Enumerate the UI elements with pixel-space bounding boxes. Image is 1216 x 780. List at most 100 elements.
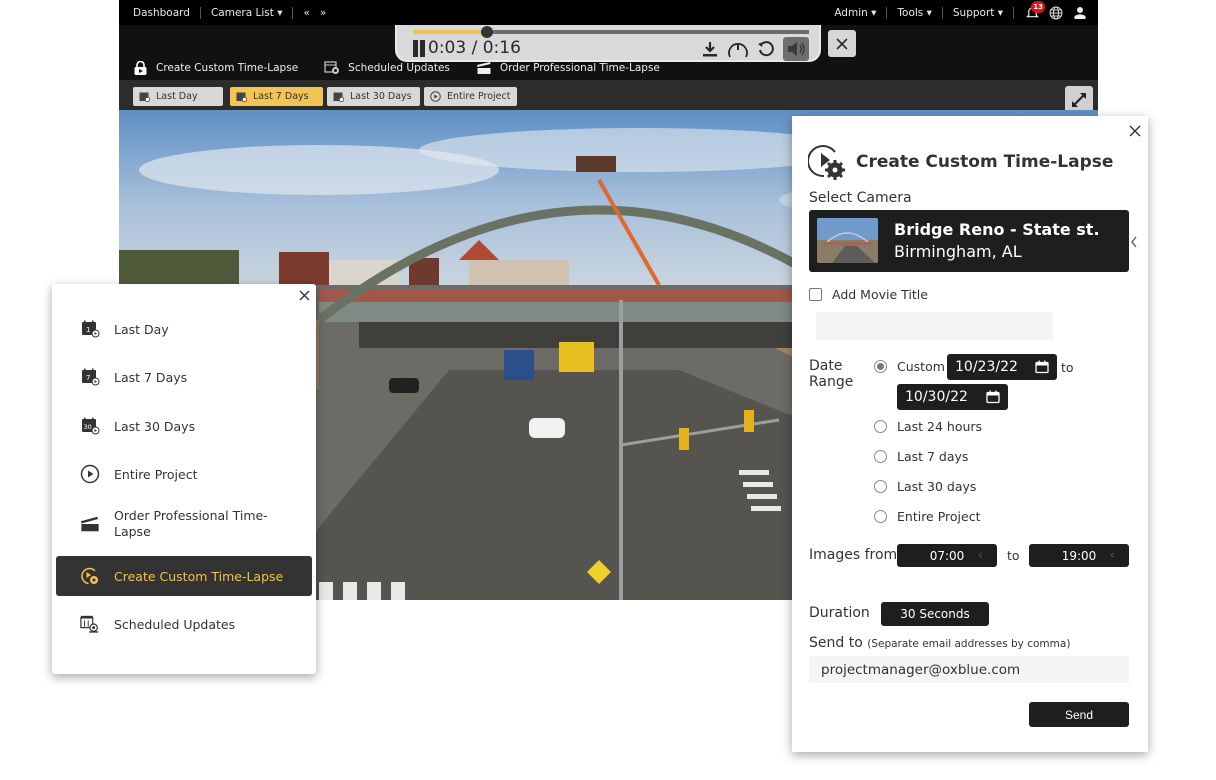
radio-entire-project[interactable]: [874, 510, 887, 523]
range-button-last-30-days[interactable]: Last 30 Days: [327, 87, 420, 106]
close-player-button[interactable]: [828, 30, 856, 57]
playback-scrubber-handle[interactable]: [481, 26, 494, 38]
duration-select[interactable]: 30 Seconds: [881, 602, 989, 626]
nav-tools[interactable]: Tools ▾: [887, 7, 941, 19]
range-button-entire-project[interactable]: Entire Project: [424, 87, 517, 106]
radio-entire-project-label: Entire Project: [897, 509, 981, 524]
calendar-icon: [986, 390, 1000, 404]
nav-divider: [1013, 6, 1014, 19]
date-range-label-line1: Date: [809, 358, 843, 374]
range-bar: Last Day Last 7 Days Last 30 Days Entire…: [119, 80, 1098, 110]
email-input[interactable]: [809, 656, 1129, 683]
close-icon: [299, 290, 309, 300]
menu-item-create-custom-timelapse[interactable]: Create Custom Time-Lapse: [56, 556, 312, 596]
movie-title-input[interactable]: [816, 312, 1053, 340]
nav-admin[interactable]: Admin ▾: [824, 7, 886, 19]
modal-close-button[interactable]: [1126, 122, 1144, 140]
calendar-7-icon: 7: [80, 367, 100, 387]
menu-close-button[interactable]: [296, 287, 312, 303]
close-icon: [836, 37, 848, 50]
nav-support[interactable]: Support ▾: [943, 7, 1013, 19]
range-button-last-7-days[interactable]: Last 7 Days: [230, 87, 323, 106]
speed-button[interactable]: [727, 38, 749, 60]
camera-location: Birmingham, AL: [894, 242, 1022, 261]
date-to-field[interactable]: 10/30/22: [897, 384, 1008, 410]
calendar-icon: [1035, 360, 1049, 374]
download-icon: [703, 42, 717, 57]
svg-text:7: 7: [86, 374, 90, 382]
user-menu-button[interactable]: [1068, 0, 1092, 25]
nav-camera-list[interactable]: Camera List ▾: [201, 7, 293, 19]
radio-custom[interactable]: [874, 360, 887, 373]
notifications-button[interactable]: 13: [1020, 0, 1045, 25]
calendar-7-icon: [236, 92, 247, 102]
menu-item-label: Scheduled Updates: [114, 616, 236, 632]
user-icon: [1074, 7, 1086, 19]
replay-icon: [758, 41, 774, 57]
chevron-left-icon: ‹: [1109, 548, 1115, 563]
play-circle-icon: [80, 464, 100, 484]
add-movie-title-checkbox[interactable]: [809, 288, 822, 301]
nav-dashboard[interactable]: Dashboard: [119, 7, 200, 19]
camera-selector[interactable]: Bridge Reno - State st. Birmingham, AL: [809, 210, 1129, 272]
radio-last-30-days[interactable]: [874, 480, 887, 493]
range-button-last-day[interactable]: Last Day: [133, 87, 223, 106]
date-to-value: 10/30/22: [905, 389, 968, 405]
range-button-label: Last Day: [156, 91, 198, 102]
menu-item-last-30-days[interactable]: 30 Last 30 Days: [56, 411, 312, 441]
images-from-label: Images from: [809, 547, 898, 563]
menu-item-last-day[interactable]: 1 Last Day: [56, 314, 312, 344]
menu-item-label: Create Custom Time-Lapse: [114, 568, 284, 584]
volume-button[interactable]: [783, 37, 809, 61]
duration-label: Duration: [809, 605, 870, 621]
clapperboard-icon: [80, 514, 100, 534]
radio-last-24-hours[interactable]: [874, 420, 887, 433]
pause-button[interactable]: [413, 39, 425, 57]
send-to-label: Send to (Separate email addresses by com…: [809, 635, 1070, 651]
date-from-field[interactable]: 10/23/22: [947, 354, 1057, 380]
create-timelapse-modal: Create Custom Time-Lapse Select Camera B…: [792, 116, 1148, 752]
language-button[interactable]: [1044, 0, 1068, 25]
radio-last-7-days[interactable]: [874, 450, 887, 463]
globe-icon: [1049, 6, 1063, 19]
camera-thumbnail: [817, 218, 878, 263]
notification-badge: 13: [1031, 1, 1045, 13]
menu-item-scheduled-updates[interactable]: Scheduled Updates: [56, 609, 312, 639]
next-camera-button[interactable]: »: [314, 7, 336, 19]
date-range-label: Date Range: [809, 358, 853, 390]
send-button[interactable]: Send: [1029, 702, 1129, 727]
close-icon: [1129, 125, 1141, 137]
svg-text:1: 1: [86, 326, 90, 334]
calendar-camera-icon: [80, 614, 100, 634]
modal-title-text: Create Custom Time-Lapse: [856, 152, 1114, 172]
date-to-label: to: [1061, 360, 1074, 375]
calendar-1-icon: [139, 92, 150, 102]
date-range-label-line2: Range: [809, 374, 854, 390]
menu-item-label: Order Professional Time-Lapse: [114, 508, 268, 539]
menu-item-order-professional[interactable]: Order Professional Time-Lapse: [56, 506, 312, 542]
send-to-hint: (Separate email addresses by comma): [867, 638, 1071, 650]
modal-title: Create Custom Time-Lapse: [808, 144, 1113, 180]
lock-play-icon: [134, 60, 147, 75]
prev-camera-button[interactable]: «: [293, 7, 313, 19]
playback-progress-bar[interactable]: [413, 26, 809, 38]
range-button-label: Last 7 Days: [253, 91, 309, 102]
download-button[interactable]: [699, 38, 721, 60]
play-gear-icon: [80, 566, 100, 586]
calendar-30-icon: 30: [80, 416, 100, 436]
radio-custom-label: Custom: [897, 359, 945, 374]
toolbar-link-label: Create Custom Time-Lapse: [156, 61, 299, 74]
camera-selector-chevron[interactable]: [1130, 233, 1138, 252]
top-navigation: Dashboard Camera List ▾ « » Admin ▾ Tool…: [119, 0, 1098, 25]
toolbar-create-custom-timelapse[interactable]: Create Custom Time-Lapse: [133, 60, 299, 75]
toolbar-order-professional[interactable]: Order Professional Time-Lapse: [476, 61, 660, 75]
menu-item-label: Entire Project: [114, 466, 198, 482]
time-to-label: to: [1007, 548, 1020, 563]
menu-item-entire-project[interactable]: Entire Project: [56, 459, 312, 489]
range-button-label: Last 30 Days: [350, 91, 412, 102]
time-from-field[interactable]: 07:00 ‹: [897, 544, 997, 567]
replay-button[interactable]: [755, 38, 777, 60]
menu-item-last-7-days[interactable]: 7 Last 7 Days: [56, 362, 312, 392]
toolbar-scheduled-updates[interactable]: Scheduled Updates: [324, 60, 450, 75]
time-to-field[interactable]: 19:00 ‹: [1029, 544, 1129, 567]
